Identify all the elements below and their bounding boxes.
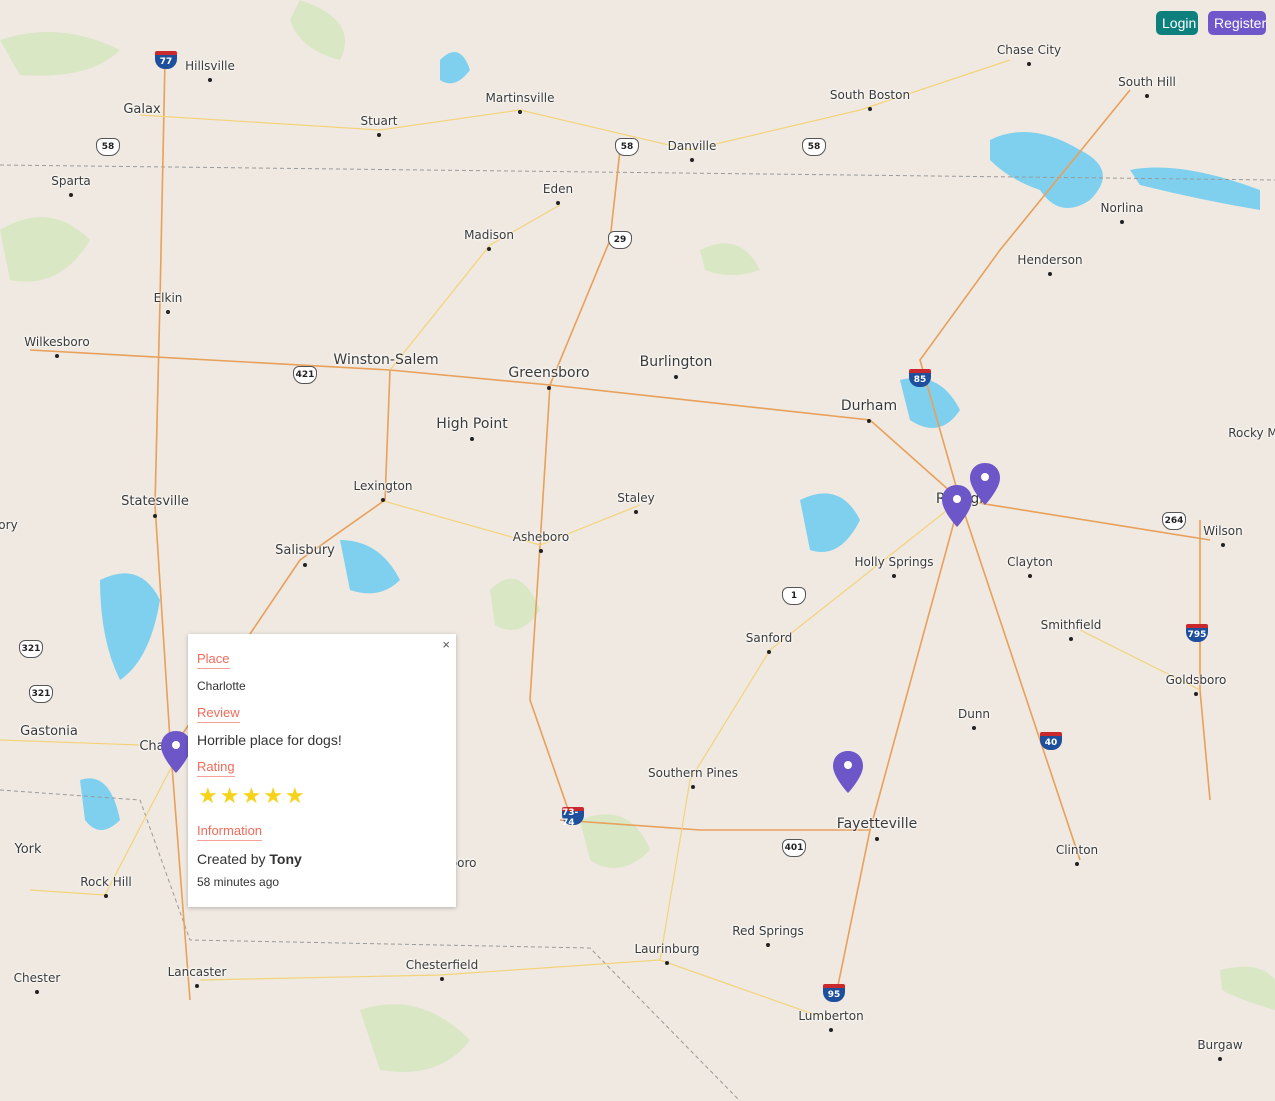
- city-dot: [972, 726, 976, 730]
- rating-label: Rating: [197, 759, 235, 777]
- us-route-shield-icon: 321: [29, 685, 53, 703]
- us-route-shield-icon: 421: [293, 366, 317, 384]
- city-dot: [470, 437, 474, 441]
- information-label: Information: [197, 823, 263, 841]
- city-dot: [1145, 94, 1149, 98]
- city-dot: [634, 510, 638, 514]
- city-dot: [55, 354, 59, 358]
- review-label: Review: [197, 705, 240, 723]
- rating-stars: ★ ★ ★ ★ ★: [198, 784, 305, 808]
- city-dot: [892, 574, 896, 578]
- place-label: Place: [197, 651, 230, 669]
- city-dot: [547, 386, 551, 390]
- city-dot: [166, 310, 170, 314]
- interstate-shield-icon: 795: [1186, 624, 1208, 642]
- city-dot: [1221, 543, 1225, 547]
- city-dot: [153, 514, 157, 518]
- us-route-shield-icon: 29: [608, 231, 632, 249]
- city-dot: [867, 419, 871, 423]
- login-button[interactable]: Login: [1156, 11, 1198, 35]
- city-dot: [766, 943, 770, 947]
- city-dot: [1069, 637, 1073, 641]
- interstate-shield-icon: 95: [823, 984, 845, 1002]
- location-marker-icon[interactable]: [161, 731, 191, 773]
- city-dot: [868, 107, 872, 111]
- city-dot: [440, 977, 444, 981]
- city-dot: [377, 133, 381, 137]
- interstate-shield-icon: 77: [155, 51, 177, 69]
- close-icon[interactable]: ×: [442, 637, 450, 652]
- place-popup: × Place Charlotte Review Horrible place …: [188, 634, 456, 907]
- city-dot: [556, 201, 560, 205]
- city-dot: [35, 990, 39, 994]
- star-icon: ★: [263, 783, 283, 808]
- interstate-shield-icon: 73-74: [562, 807, 584, 828]
- city-dot: [381, 498, 385, 502]
- us-route-shield-icon: 1: [782, 587, 806, 605]
- location-marker-icon[interactable]: [942, 485, 972, 527]
- city-dot: [303, 563, 307, 567]
- location-marker-icon[interactable]: [970, 463, 1000, 505]
- city-dot: [208, 78, 212, 82]
- city-dot: [1075, 862, 1079, 866]
- map-canvas[interactable]: [0, 0, 1275, 1101]
- city-dot: [691, 785, 695, 789]
- review-value: Horrible place for dogs!: [197, 732, 342, 748]
- star-icon: ★: [198, 783, 218, 808]
- city-dot: [690, 158, 694, 162]
- city-dot: [195, 984, 199, 988]
- register-button[interactable]: Register: [1208, 11, 1266, 35]
- star-icon: ★: [241, 783, 262, 808]
- us-route-shield-icon: 58: [615, 138, 639, 156]
- created-by: Created by Tony: [197, 851, 302, 867]
- us-route-shield-icon: 264: [1162, 512, 1186, 530]
- location-marker-icon[interactable]: [833, 751, 863, 793]
- city-dot: [1028, 574, 1032, 578]
- us-route-shield-icon: 401: [782, 839, 806, 857]
- us-route-shield-icon: 321: [19, 640, 43, 658]
- interstate-shield-icon: 40: [1040, 732, 1062, 750]
- city-dot: [1120, 220, 1124, 224]
- city-dot: [665, 961, 669, 965]
- city-dot: [674, 375, 678, 379]
- city-dot: [875, 837, 879, 841]
- star-icon: ★: [284, 783, 305, 808]
- city-dot: [104, 894, 108, 898]
- city-dot: [539, 549, 543, 553]
- city-dot: [69, 193, 73, 197]
- city-dot: [1027, 62, 1031, 66]
- city-dot: [518, 110, 522, 114]
- interstate-shield-icon: 85: [909, 369, 931, 387]
- city-dot: [767, 650, 771, 654]
- city-dot: [829, 1028, 833, 1032]
- star-icon: ★: [219, 783, 240, 808]
- city-dot: [487, 247, 491, 251]
- city-dot: [1048, 272, 1052, 276]
- place-value: Charlotte: [197, 679, 246, 693]
- city-dot: [1218, 1057, 1222, 1061]
- us-route-shield-icon: 58: [802, 138, 826, 156]
- city-dot: [1194, 692, 1198, 696]
- us-route-shield-icon: 58: [96, 138, 120, 156]
- time-ago: 58 minutes ago: [197, 875, 280, 889]
